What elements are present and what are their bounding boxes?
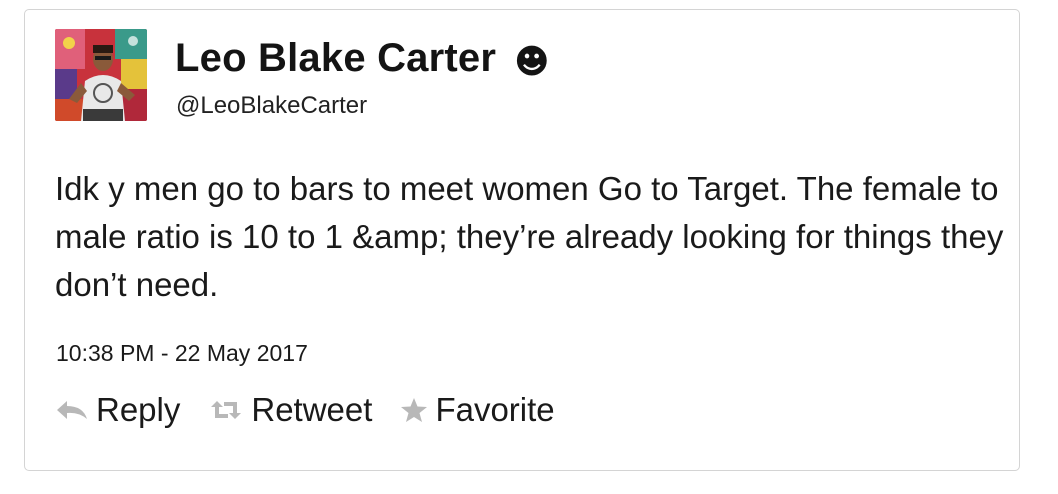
- avatar-image: [55, 29, 147, 121]
- tweet-text: Idk y men go to bars to meet women Go to…: [55, 170, 1004, 303]
- display-name[interactable]: Leo Blake Carter ☻: [175, 36, 550, 81]
- favorite-label: Favorite: [435, 391, 555, 428]
- retweet-label: Retweet: [251, 391, 373, 428]
- reply-button[interactable]: Reply: [55, 391, 180, 429]
- reply-icon: [55, 399, 89, 421]
- tweet-card: Leo Blake Carter ☻ @LeoBlakeCarter Idk y…: [24, 9, 1020, 471]
- avatar[interactable]: [55, 29, 147, 121]
- star-icon: [400, 397, 428, 423]
- user-handle[interactable]: @LeoBlakeCarter: [176, 92, 367, 120]
- tweet-timestamp[interactable]: 10:38 PM - 22 May 2017: [56, 340, 308, 367]
- display-name-text: Leo Blake Carter: [175, 36, 497, 80]
- retweet-button[interactable]: Retweet: [208, 391, 372, 429]
- favorite-button[interactable]: Favorite: [400, 391, 555, 429]
- reply-label: Reply: [96, 391, 181, 428]
- tweet-actions: Reply Retweet Favorite: [55, 391, 583, 429]
- retweet-icon: [208, 399, 244, 421]
- smiley-emoji: ☻: [514, 41, 550, 82]
